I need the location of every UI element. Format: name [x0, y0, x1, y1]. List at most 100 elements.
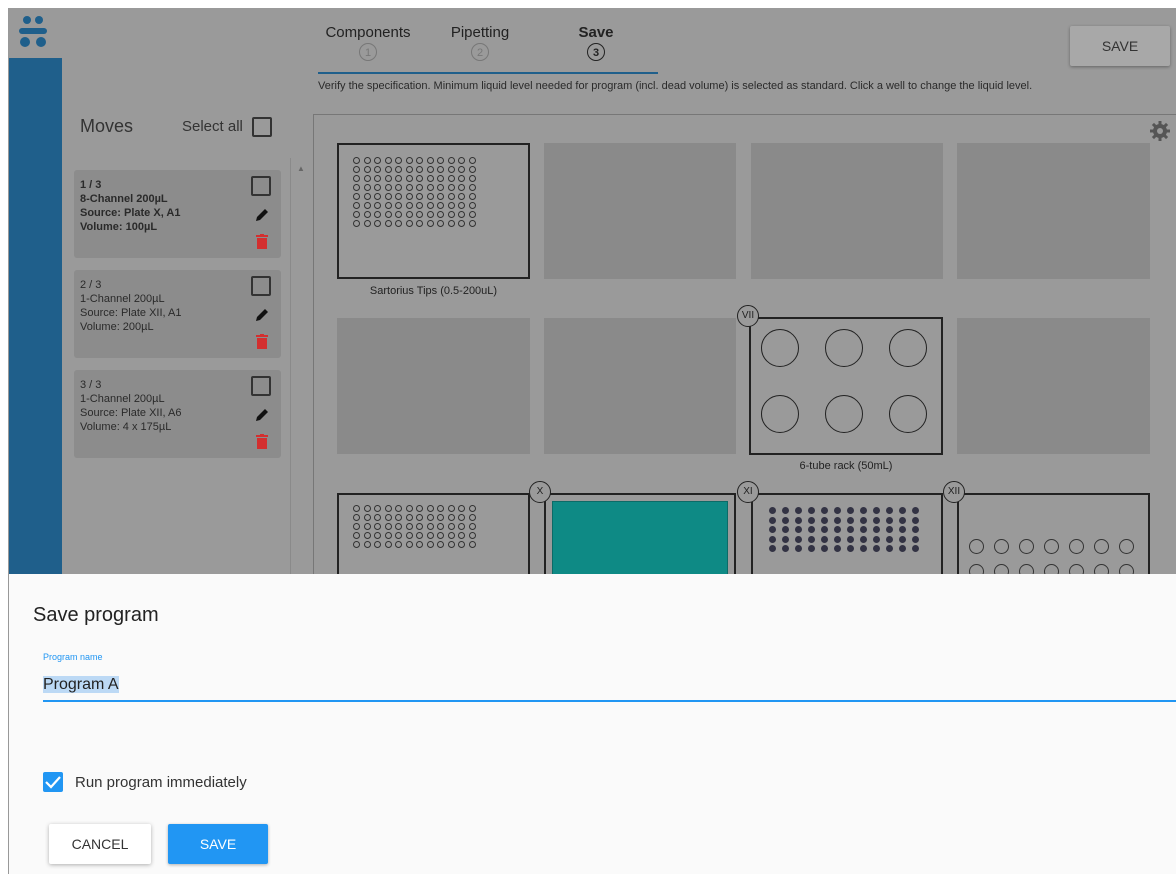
tip-well[interactable] [458, 220, 465, 227]
tip-well[interactable] [447, 202, 455, 209]
plate-well[interactable] [353, 541, 360, 548]
tip-well[interactable] [437, 166, 444, 173]
plate-well[interactable] [795, 507, 802, 514]
tip-well[interactable] [416, 157, 423, 164]
plate-well[interactable] [912, 516, 919, 524]
plate-well[interactable] [353, 523, 360, 530]
plate-well[interactable] [395, 523, 402, 530]
tip-well[interactable] [363, 220, 371, 227]
tip-well[interactable] [458, 157, 465, 164]
plate-well[interactable] [416, 505, 423, 512]
plate-well[interactable] [769, 545, 776, 552]
tip-well[interactable] [374, 184, 381, 191]
tip-well[interactable] [353, 166, 360, 173]
plate-well[interactable] [395, 514, 402, 521]
plate-well[interactable] [821, 545, 828, 552]
plate-well[interactable] [395, 505, 402, 512]
plate-well[interactable] [769, 526, 776, 533]
well-plate-filled[interactable] [751, 493, 943, 583]
plate-well[interactable] [416, 541, 423, 548]
plate-well[interactable] [886, 535, 893, 543]
tip-well[interactable] [447, 220, 455, 227]
plate-well[interactable] [873, 535, 880, 543]
tip-well[interactable] [374, 193, 381, 200]
move-card[interactable]: 3 / 3 1-Channel 200µL Source: Plate XII, A… [74, 370, 281, 458]
save-button[interactable]: SAVE [168, 824, 268, 864]
tip-well[interactable] [447, 193, 455, 200]
tip-well[interactable] [405, 166, 413, 173]
plate-well[interactable] [808, 507, 815, 514]
tip-well[interactable] [447, 166, 455, 173]
program-name-input[interactable]: Program A [43, 676, 119, 694]
tip-well[interactable] [374, 157, 381, 164]
plate-well[interactable] [458, 514, 465, 521]
step-save[interactable]: Save 3 [566, 24, 626, 61]
plate-well[interactable] [912, 535, 919, 543]
plate-well[interactable] [969, 539, 984, 554]
plate-well[interactable] [1094, 539, 1109, 554]
plate-well[interactable] [468, 505, 476, 512]
plate-well[interactable] [899, 526, 906, 533]
plate-well[interactable] [363, 514, 371, 521]
tip-well[interactable] [468, 220, 476, 227]
tip-well[interactable] [437, 157, 444, 164]
plate-well[interactable] [437, 532, 444, 539]
plate-well[interactable] [795, 535, 802, 543]
plate-well[interactable] [363, 541, 371, 548]
tip-well[interactable] [416, 193, 423, 200]
plate-well[interactable] [384, 514, 392, 521]
plate-well[interactable] [353, 505, 360, 512]
tip-well[interactable] [416, 202, 423, 209]
plate-well[interactable] [458, 532, 465, 539]
plate-well[interactable] [405, 541, 413, 548]
plate-well[interactable] [847, 526, 854, 533]
tip-well[interactable] [395, 220, 402, 227]
tip-well[interactable] [447, 211, 455, 218]
plate-well[interactable] [353, 514, 360, 521]
plate-well[interactable] [899, 545, 906, 552]
trash-icon[interactable] [256, 234, 268, 249]
plate-well[interactable] [468, 514, 476, 521]
plate-well[interactable] [860, 545, 867, 552]
gear-icon[interactable] [1150, 121, 1170, 141]
tip-well[interactable] [447, 157, 455, 164]
tip-well[interactable] [468, 157, 476, 164]
tip-well[interactable] [405, 157, 413, 164]
plate-well[interactable] [437, 523, 444, 530]
plate-well[interactable] [374, 514, 381, 521]
plate-well[interactable] [384, 541, 392, 548]
plate-well[interactable] [886, 516, 893, 524]
tip-well[interactable] [353, 157, 360, 164]
plate-well[interactable] [860, 535, 867, 543]
tip-well[interactable] [405, 184, 413, 191]
plate-well[interactable] [426, 523, 434, 530]
tip-well[interactable] [384, 175, 392, 182]
move-checkbox[interactable] [251, 276, 271, 296]
tip-well[interactable] [353, 175, 360, 182]
tip-well[interactable] [416, 175, 423, 182]
plate-well[interactable] [384, 523, 392, 530]
tip-well[interactable] [395, 193, 402, 200]
plate-well[interactable] [405, 523, 413, 530]
plate-well[interactable] [437, 505, 444, 512]
tip-rack[interactable] [337, 143, 530, 279]
plate-well[interactable] [405, 532, 413, 539]
scroll-up-icon[interactable]: ▲ [297, 164, 305, 173]
tip-well[interactable] [458, 211, 465, 218]
tip-well[interactable] [468, 184, 476, 191]
plate-well[interactable] [795, 526, 802, 533]
move-checkbox[interactable] [251, 176, 271, 196]
tip-well[interactable] [374, 202, 381, 209]
plate-well[interactable] [447, 505, 455, 512]
tip-well[interactable] [363, 211, 371, 218]
plate-well[interactable] [374, 541, 381, 548]
plate-well[interactable] [912, 545, 919, 552]
plate-well[interactable] [468, 523, 476, 530]
tip-well[interactable] [437, 184, 444, 191]
tip-well[interactable] [468, 211, 476, 218]
tip-well[interactable] [363, 184, 371, 191]
plate-well[interactable] [912, 526, 919, 533]
tube-well[interactable] [761, 329, 799, 367]
tip-well[interactable] [447, 175, 455, 182]
plate-well[interactable] [468, 541, 476, 548]
